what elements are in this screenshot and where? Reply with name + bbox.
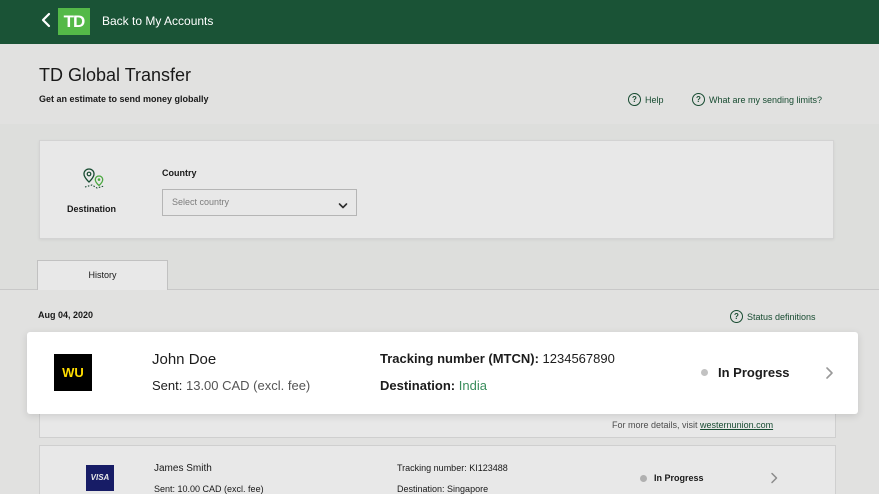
destination-label: Destination: xyxy=(397,484,445,494)
sent-label: Sent: xyxy=(154,484,176,494)
destination-card: Destination Country Select country xyxy=(39,140,834,239)
transfer-row[interactable]: VISA James Smith Sent: 10.00 CAD (excl. … xyxy=(39,445,836,494)
sent-value: 10.00 CAD (excl. fee) xyxy=(177,484,264,494)
destination-label: Destination xyxy=(67,204,117,214)
status-badge: In Progress xyxy=(640,473,704,483)
question-circle-icon: ? xyxy=(730,310,743,323)
sent-value: 13.00 CAD (excl. fee) xyxy=(185,378,311,393)
destination-label: Destination: xyxy=(380,378,456,393)
sending-limits-link[interactable]: ? What are my sending limits? xyxy=(692,93,822,106)
transfer-destination: Destination: India xyxy=(380,378,487,393)
tracking-number: Tracking number (MTCN): 1234567890 xyxy=(380,351,615,366)
status-text: In Progress xyxy=(718,365,790,380)
tracking-number: Tracking number: KI123488 xyxy=(397,463,508,473)
highlighted-transfer-row[interactable]: WU John Doe Sent: 13.00 CAD (excl. fee) … xyxy=(27,332,858,414)
status-dot-icon xyxy=(640,474,647,482)
tracking-label: Tracking number: xyxy=(397,463,467,473)
western-union-logo: WU xyxy=(54,354,92,391)
history-date: Aug 04, 2020 xyxy=(38,310,94,320)
transfer-destination: Destination: Singapore xyxy=(397,484,488,494)
status-definitions-label: Status definitions xyxy=(747,311,816,322)
destination-value: Singapore xyxy=(447,484,489,494)
page-subtitle: Get an estimate to send money globally xyxy=(39,94,209,104)
tracking-value: 1234567890 xyxy=(542,351,615,366)
country-label: Country xyxy=(162,168,197,178)
tracking-value: KI123488 xyxy=(469,463,508,473)
help-link[interactable]: ? Help xyxy=(628,93,664,106)
map-pins-icon xyxy=(82,167,106,191)
question-circle-icon: ? xyxy=(692,93,705,106)
westernunion-link[interactable]: westernunion.com xyxy=(700,420,773,430)
tracking-label: Tracking number (MTCN): xyxy=(380,351,539,366)
back-to-accounts-link[interactable]: Back to My Accounts xyxy=(102,14,213,28)
chevron-down-icon xyxy=(338,198,348,209)
recipient-name: James Smith xyxy=(154,463,212,474)
tab-history[interactable]: History xyxy=(37,260,168,290)
status-definitions-link[interactable]: ? Status definitions xyxy=(730,310,816,323)
help-link-label: Help xyxy=(645,94,664,105)
sending-limits-label: What are my sending limits? xyxy=(709,94,823,105)
status-badge: In Progress xyxy=(701,365,790,380)
status-text: In Progress xyxy=(654,473,704,483)
top-bar: TD Back to My Accounts xyxy=(0,0,879,44)
country-select[interactable]: Select country xyxy=(162,189,357,216)
question-circle-icon: ? xyxy=(628,93,641,106)
sent-amount: Sent: 13.00 CAD (excl. fee) xyxy=(152,378,310,393)
td-logo[interactable]: TD xyxy=(58,8,90,35)
chevron-right-icon[interactable] xyxy=(769,471,779,484)
status-dot-icon xyxy=(701,369,708,376)
sent-amount: Sent: 10.00 CAD (excl. fee) xyxy=(154,484,264,494)
country-select-placeholder: Select country xyxy=(172,197,230,207)
page-header: TD Global Transfer Get an estimate to se… xyxy=(0,44,879,124)
chevron-right-icon[interactable] xyxy=(824,366,834,380)
page-title: TD Global Transfer xyxy=(39,65,192,85)
more-details-prefix: For more details, visit xyxy=(612,420,698,430)
sent-label: Sent: xyxy=(152,378,183,393)
visa-logo: VISA xyxy=(86,465,114,491)
destination-value: India xyxy=(458,378,487,393)
recipient-name: John Doe xyxy=(152,351,217,368)
more-details-text: For more details, visit westernunion.com xyxy=(612,420,773,430)
back-chevron-icon[interactable] xyxy=(36,11,56,33)
